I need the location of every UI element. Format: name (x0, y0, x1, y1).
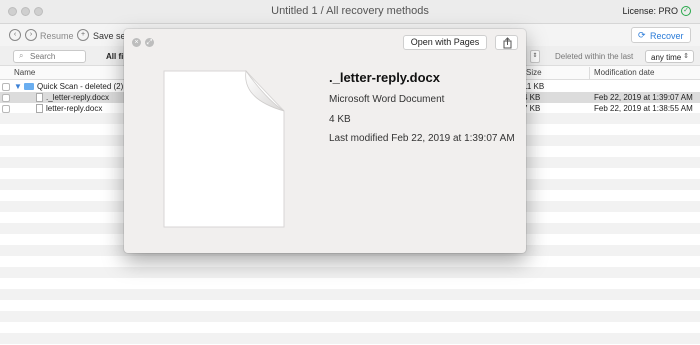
row-name: ._letter-reply.docx (46, 93, 109, 102)
empty-row (0, 333, 700, 344)
file-name: ._letter-reply.docx (329, 70, 441, 85)
recover-icon: ⟳ (638, 30, 646, 40)
row-checkbox[interactable] (2, 105, 10, 113)
document-preview-icon (163, 69, 285, 228)
window-title: Untitled 1 / All recovery methods (271, 5, 429, 17)
close-icon[interactable]: × (132, 38, 141, 47)
row-size: 11 KB (523, 82, 545, 91)
folder-icon (24, 83, 34, 90)
title-bar: Untitled 1 / All recovery methods Licens… (0, 0, 700, 24)
back-icon[interactable]: ‹ (9, 29, 21, 41)
row-name: letter-reply.docx (46, 104, 103, 113)
search-input[interactable] (30, 52, 84, 61)
resume-button[interactable]: Resume (40, 31, 74, 41)
search-icon: ⌕ (19, 51, 24, 60)
license-label: License: PRO (622, 6, 678, 16)
row-modified: Feb 22, 2019 at 1:38:55 AM (594, 104, 693, 113)
all-files-filter[interactable]: All fil (106, 52, 126, 61)
empty-row (0, 289, 700, 300)
file-modified: Last modified Feb 22, 2019 at 1:39:07 AM (329, 133, 515, 144)
file-kind: Microsoft Word Document (329, 94, 445, 105)
document-icon (36, 104, 43, 113)
empty-row (0, 311, 700, 322)
recover-label: Recover (650, 31, 684, 41)
chevron-updown-icon: ⇕ (683, 53, 689, 60)
empty-row (0, 267, 700, 278)
time-range-select[interactable]: any time ⇕ (645, 50, 694, 63)
time-range-value: any time (651, 53, 682, 62)
column-divider[interactable] (589, 67, 590, 79)
quicklook-panel: × ⤢ Open with Pages ._letter-reply.docx … (124, 29, 526, 253)
column-modified[interactable]: Modification date (594, 68, 654, 77)
fullscreen-icon[interactable]: ⤢ (145, 38, 154, 47)
file-size: 4 KB (329, 114, 351, 125)
row-modified: Feb 22, 2019 at 1:39:07 AM (594, 93, 693, 102)
save-icon[interactable]: + (77, 29, 89, 41)
document-icon (36, 93, 43, 102)
column-size[interactable]: Size (526, 68, 542, 77)
row-name: Quick Scan - deleted (2) (37, 82, 124, 91)
search-field[interactable]: ⌕ (13, 50, 86, 63)
disclosure-triangle-icon[interactable]: ▼ (14, 82, 22, 91)
license-check-icon: ✓ (681, 6, 691, 16)
filter-stepper[interactable]: ⇕ (530, 50, 540, 63)
share-icon (503, 37, 512, 49)
recover-button[interactable]: ⟳ Recover (631, 27, 691, 43)
resume-icon[interactable]: › (25, 29, 37, 41)
row-checkbox[interactable] (2, 94, 10, 102)
open-with-pages-button[interactable]: Open with Pages (403, 35, 487, 50)
deleted-within-label: Deleted within the last (555, 52, 634, 61)
row-checkbox[interactable] (2, 83, 10, 91)
share-button[interactable] (495, 35, 518, 50)
column-name[interactable]: Name (14, 68, 35, 77)
